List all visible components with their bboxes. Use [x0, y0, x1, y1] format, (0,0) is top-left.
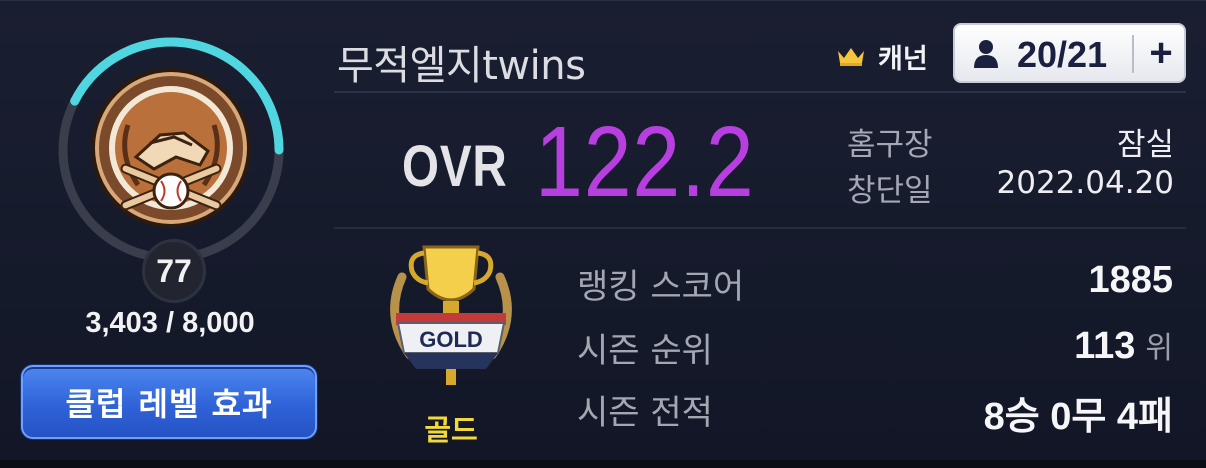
club-info-panel: 77 3,403 / 8,000 클럽 레벨 효과 무적엘지twins 캐넌 2…: [0, 0, 1206, 468]
ovr-value: 122.2: [535, 106, 755, 218]
ranking-score-value: 1885: [1088, 259, 1173, 301]
club-level-effect-button[interactable]: 클럽 레벨 효과: [21, 365, 317, 439]
season-rank-number: 113: [1074, 325, 1136, 367]
season-record-value: 8승 0무 4패: [983, 396, 1173, 438]
home-stadium-value: 잠실: [1116, 127, 1174, 163]
section-divider: [334, 227, 1186, 229]
crown-icon: [836, 45, 866, 67]
captain-label: 캐넌: [878, 44, 928, 75]
person-icon: [973, 39, 999, 69]
member-count-box: 20/21 +: [953, 23, 1186, 83]
founded-date-value: 2022.04.20: [996, 165, 1175, 201]
club-level-ring: 77: [54, 33, 288, 303]
club-emblem-icon: [88, 65, 254, 231]
home-stadium-label: 홈구장: [847, 127, 933, 163]
season-rank-label: 시즌 순위: [577, 331, 713, 371]
add-member-button[interactable]: +: [1139, 29, 1183, 77]
club-level-badge: 77: [142, 239, 206, 303]
league-name: 골드: [424, 413, 478, 447]
club-name: 무적엘지twins: [337, 43, 586, 89]
founded-date-label: 창단일: [847, 173, 933, 209]
season-rank-unit: 위: [1145, 331, 1173, 366]
ovr-label: OVR: [402, 134, 508, 199]
gold-trophy-icon: GOLD: [380, 237, 522, 387]
xp-progress-text: 3,403 / 8,000: [85, 307, 255, 339]
member-box-divider: [1132, 35, 1134, 73]
league-emblem-text: GOLD: [419, 327, 483, 352]
ranking-score-label: 랭킹 스코어: [577, 267, 745, 307]
member-count: 20/21: [1017, 34, 1108, 75]
season-record-label: 시즌 전적: [577, 393, 713, 433]
header-divider: [334, 91, 1186, 93]
season-rank-value: 113 위: [1074, 323, 1173, 368]
